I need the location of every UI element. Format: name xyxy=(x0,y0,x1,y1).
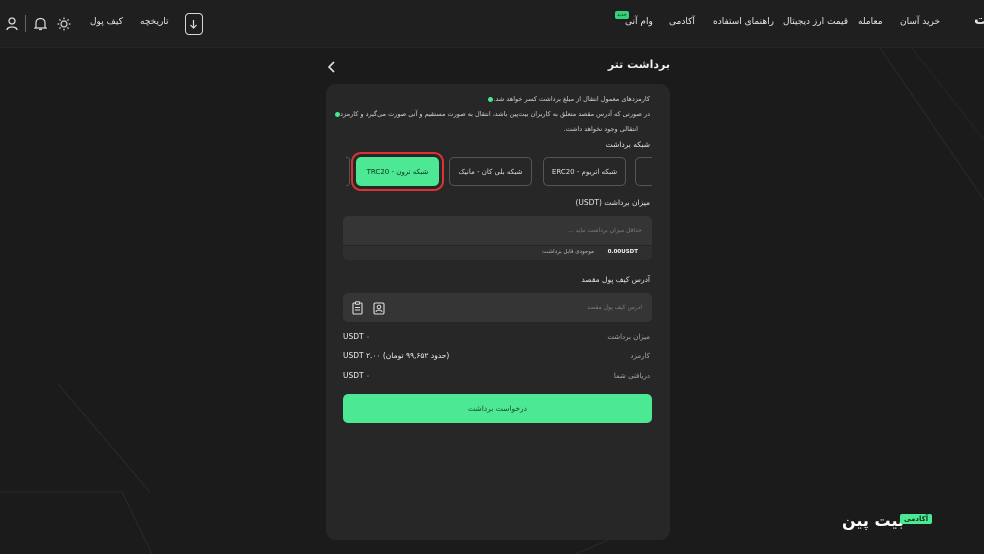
note-text: کارمزدهای معمول انتقال از مبلغ برداشت کس… xyxy=(493,95,650,103)
note-text: انتقالی وجود نخواهد داشت. xyxy=(563,125,638,133)
address-book-icon[interactable] xyxy=(372,301,385,315)
summary-receive-label: دریافتی شما xyxy=(613,372,650,380)
top-navbar: کیف پول تاریخچه وام آنی جدید آکادمی راهن… xyxy=(0,0,984,48)
nav-item-loan[interactable]: وام آنی xyxy=(625,17,653,27)
nav-history-link[interactable]: تاریخچه xyxy=(140,17,169,27)
note-internal: در صورتی که آدرس مقصد متعلق به کاربران ب… xyxy=(331,110,650,118)
page-title: برداشت تتر xyxy=(607,58,670,71)
network-option-partial[interactable] xyxy=(346,157,350,186)
nav-divider xyxy=(25,15,26,32)
paste-clipboard-icon[interactable] xyxy=(351,301,364,315)
nav-item-guide[interactable]: راهنمای استفاده xyxy=(713,17,774,27)
nav-wallet-link[interactable]: کیف پول xyxy=(90,17,123,27)
sun-icon[interactable] xyxy=(55,15,73,33)
address-label: آدرس کیف پول مقصد xyxy=(581,275,650,284)
withdraw-card: کارمزدهای معمول انتقال از مبلغ برداشت کس… xyxy=(326,84,670,540)
new-badge: جدید xyxy=(615,11,629,19)
nav-item-trade[interactable]: معامله xyxy=(858,17,883,27)
summary-fee-value: (حدود ۹۹,۶۵۲ تومان) USDT ۲.۰۰ xyxy=(343,351,450,360)
note-internal-cont: انتقالی وجود نخواهد داشت. xyxy=(564,125,638,133)
address-field xyxy=(343,293,652,322)
nav-item-academy[interactable]: آکادمی xyxy=(669,17,695,27)
note-text: در صورتی که آدرس مقصد متعلق به کاربران ب… xyxy=(340,110,650,118)
network-option-erc20[interactable] xyxy=(635,157,652,186)
balance-value: 0.00USDT xyxy=(607,249,638,255)
user-icon[interactable] xyxy=(3,15,21,33)
nav-item-easy-buy[interactable]: خرید آسان xyxy=(900,17,940,27)
submit-withdraw-button[interactable]: درخواست برداشت xyxy=(343,394,652,423)
balance-strip: موجودی قابل برداشت: 0.00USDT xyxy=(343,246,652,260)
bell-icon[interactable] xyxy=(31,15,49,33)
network-label: شبکه برداشت xyxy=(605,140,650,149)
summary-fee-label: کارمزد xyxy=(630,352,650,360)
network-option-trc20[interactable]: شبکه ترون - TRC20 xyxy=(356,157,439,186)
amount-field xyxy=(343,216,652,245)
summary-receive-value: USDT ۰ xyxy=(343,371,371,380)
network-option-polygon[interactable]: شبکه بلی کان - مانیک xyxy=(449,157,532,186)
amount-label: میزان برداشت (USDT) xyxy=(575,198,650,207)
balance-label: موجودی قابل برداشت: xyxy=(541,249,594,255)
amount-input[interactable] xyxy=(343,216,652,245)
nav-item-prices[interactable]: قیمت ارز دیجیتال xyxy=(783,17,848,27)
brand-name: بیت پین xyxy=(842,511,904,530)
chevron-left-icon[interactable] xyxy=(326,59,338,73)
network-option-erc20[interactable]: شبکه اتریوم - ERC20 xyxy=(543,157,626,186)
summary-amount-value: USDT ۰ xyxy=(343,332,371,341)
network-options: شبکه اتریوم - ERC20 شبکه بلی کان - مانیک… xyxy=(346,152,652,194)
brand-tag: آکادمی xyxy=(900,514,933,524)
note-fee: کارمزدهای معمول انتقال از مبلغ برداشت کس… xyxy=(484,95,650,103)
summary-amount-label: میزان برداشت xyxy=(607,333,650,341)
wallet-icon[interactable] xyxy=(185,13,203,35)
address-input[interactable] xyxy=(343,293,652,322)
site-logo[interactable]: ت xyxy=(974,12,984,28)
